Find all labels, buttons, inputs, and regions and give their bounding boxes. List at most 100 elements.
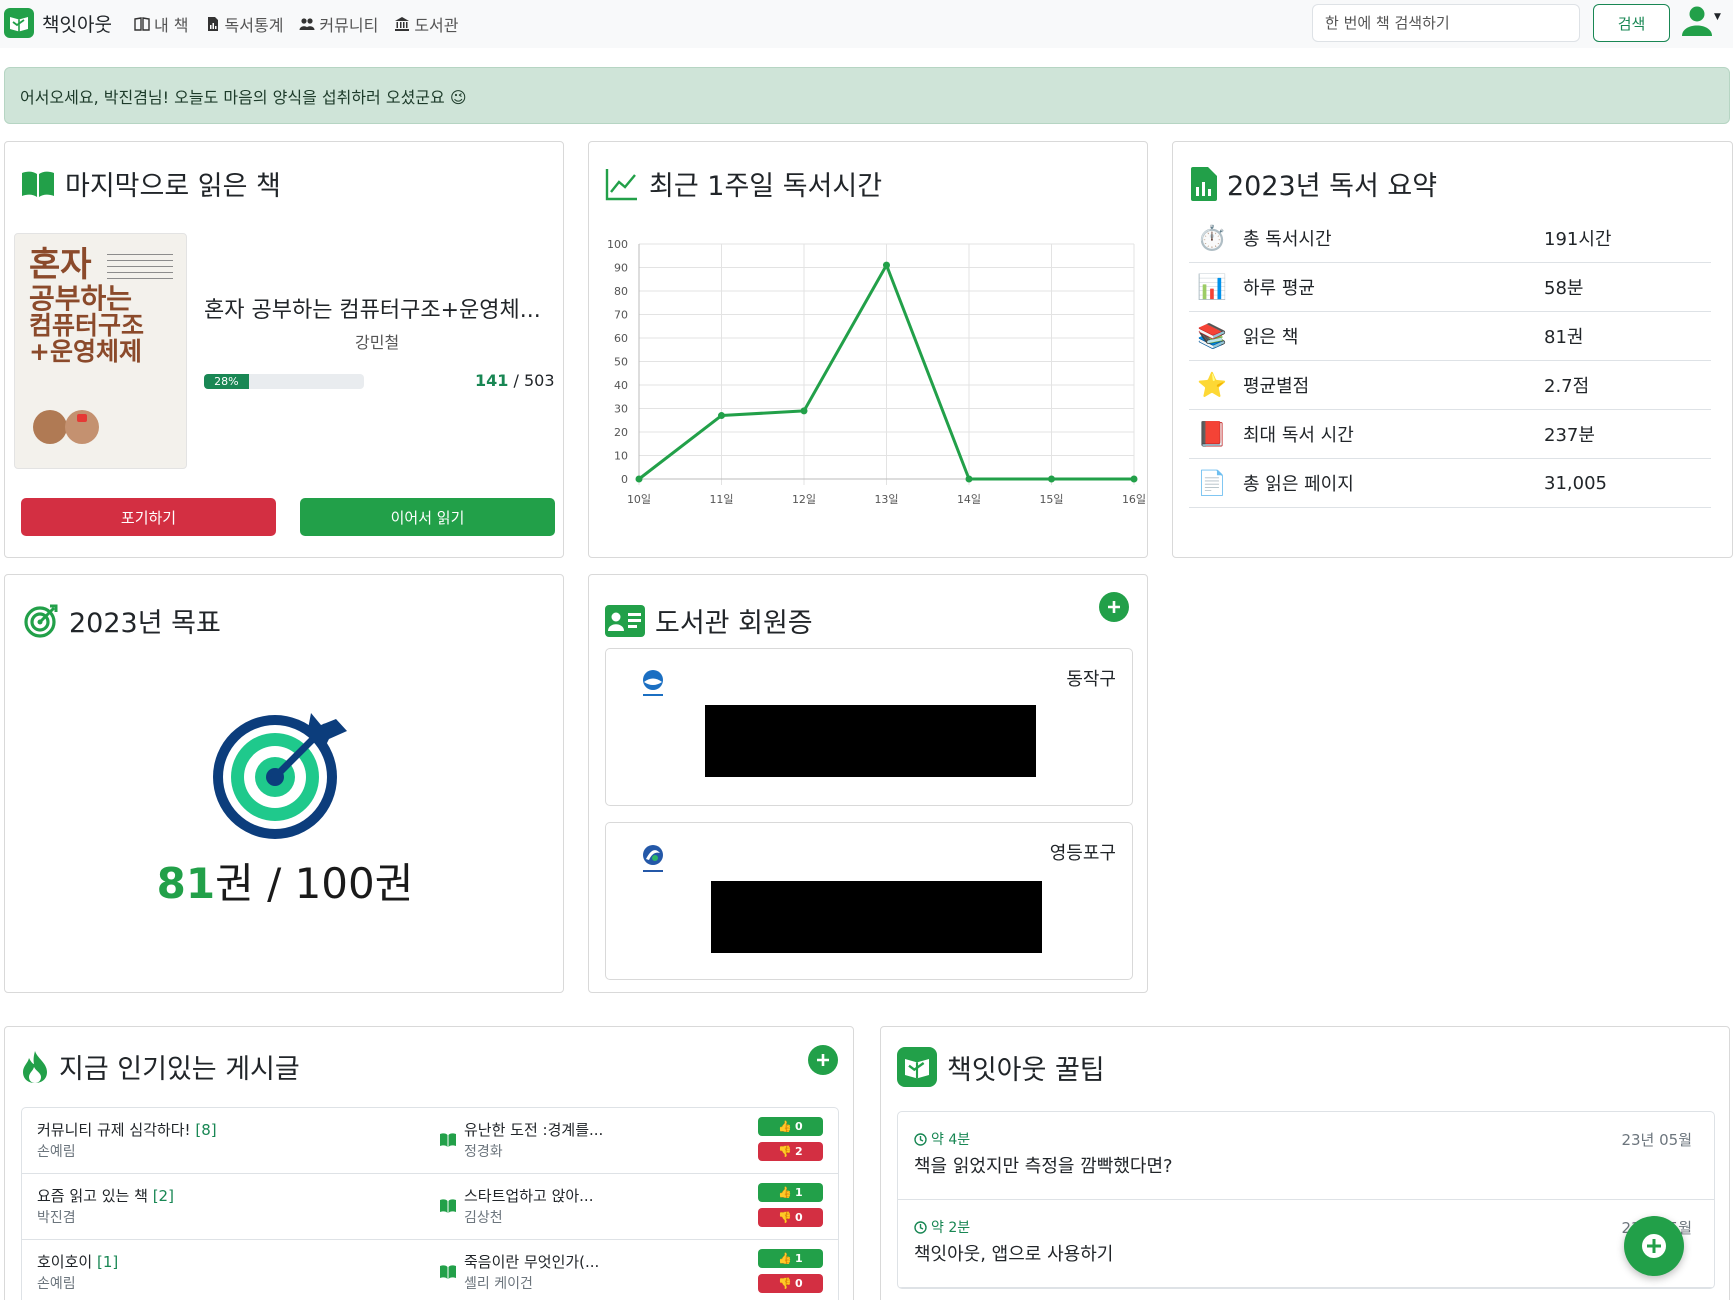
book-icon <box>440 1265 456 1279</box>
thumbs-up-icon: 👍 <box>778 1252 793 1265</box>
summary-value: 2.7점 <box>1544 376 1590 397</box>
nav-library[interactable]: 도서관 <box>394 12 458 36</box>
cover-small-text-decor <box>107 254 173 280</box>
summary-label: 총 독서시간 <box>1243 229 1332 250</box>
post-book-author: 정경화 <box>464 1144 503 1160</box>
post-author: 박진겸 <box>37 1210 76 1226</box>
summary-label: 총 읽은 페이지 <box>1243 474 1354 495</box>
give-up-button[interactable]: 포기하기 <box>21 498 276 536</box>
add-post-button[interactable] <box>808 1045 838 1075</box>
nav-library-label: 도서관 <box>414 16 459 35</box>
book-magnet-icon: 📕 <box>1197 420 1227 448</box>
nav-my-books[interactable]: 내 책 <box>134 12 189 36</box>
tip-read-time-text: 약 4분 <box>931 1132 971 1148</box>
post-title-text: 커뮤니티 규제 심각하다! <box>37 1121 191 1139</box>
weekly-reading-chart: 0 10 20 30 40 50 60 70 80 90 100 10일 11일 12일 13일 14일 15일… <box>607 238 1146 506</box>
floating-add-button[interactable] <box>1624 1216 1684 1276</box>
post-book-title[interactable]: 유난한 도전 :경계를... <box>464 1119 603 1140</box>
chart-data-point <box>800 407 808 415</box>
post-row[interactable]: 요즘 읽고 있는 책 [2] 박진겸 스타트업하고 앉아... 김상천 👍 1 👎… <box>22 1174 838 1240</box>
bar-chart-icon: 📊 <box>1197 273 1227 301</box>
current-page: 141 <box>475 371 509 390</box>
post-row[interactable]: 커뮤니티 규제 심각하다! [8] 손예림 유난한 도전 :경계를... 정경화… <box>22 1108 838 1174</box>
reading-progress-fill: 28% <box>204 374 249 389</box>
library-card-item[interactable]: 동작구 <box>605 648 1133 806</box>
comment-count: [2] <box>152 1187 174 1205</box>
summary-card: 2023년 독서 요약 ⏱️ 총 독서시간 191시간 📊 하루 평균 58분 … <box>1172 141 1733 558</box>
tip-read-time: 약 2분 <box>914 1217 970 1237</box>
nav-my-books-label: 내 책 <box>154 16 189 35</box>
user-menu[interactable]: ▼ <box>1680 4 1721 38</box>
line-chart-icon <box>605 168 637 200</box>
post-book-title[interactable]: 스타트업하고 앉아... <box>464 1185 593 1206</box>
summary-row-books-read: 📚 읽은 책 81권 <box>1189 312 1711 361</box>
comment-count: [1] <box>96 1253 119 1271</box>
welcome-alert: 어서오세요, 박진겸님! 오늘도 마음의 양식을 섭취하러 오셨군요 😉 <box>4 67 1730 124</box>
add-library-card-button[interactable] <box>1099 592 1129 622</box>
library-card-item[interactable]: 영등포구 <box>605 822 1133 980</box>
chart-x-tick-label: 13일 <box>874 492 898 506</box>
book-cover-image[interactable]: 혼자 공부하는 컴퓨터구조 +운영체제 <box>14 233 187 469</box>
chart-data-point <box>1048 475 1055 483</box>
open-book-icon <box>22 171 54 197</box>
tip-item[interactable]: 약 2분 책잇아웃, 앱으로 사용하기 23년 05월 <box>898 1200 1714 1288</box>
weekly-heading-text: 최근 1주일 독서시간 <box>649 171 883 202</box>
nav-community[interactable]: 커뮤니티 <box>299 12 378 36</box>
nav-stats[interactable]: 독서통계 <box>205 12 283 36</box>
chart-y-tick-label: 30 <box>614 403 628 416</box>
summary-row-daily-avg: 📊 하루 평균 58분 <box>1189 263 1711 312</box>
chart-y-tick-label: 70 <box>614 309 628 322</box>
stopwatch-icon: ⏱️ <box>1197 224 1227 252</box>
chart-y-tick-label: 10 <box>614 450 628 463</box>
library-heading-text: 도서관 회원증 <box>655 608 813 639</box>
post-title[interactable]: 요즘 읽고 있는 책 [2] <box>37 1185 174 1206</box>
chart-y-tick-label: 40 <box>614 379 628 392</box>
goal-target: 권 / 100권 <box>215 859 414 908</box>
book-title[interactable]: 혼자 공부하는 컴퓨터구조+운영체... <box>204 292 541 324</box>
yeongdeungpo-logo-icon <box>643 845 663 872</box>
popular-posts-list: 커뮤니티 규제 심각하다! [8] 손예림 유난한 도전 :경계를... 정경화… <box>21 1107 839 1300</box>
chart-x-tick-label: 16일 <box>1122 492 1146 506</box>
goal-current: 81 <box>156 859 216 908</box>
last-read-heading-text: 마지막으로 읽은 책 <box>65 171 281 202</box>
library-card-barcode <box>705 705 1036 777</box>
goal-heading: 2023년 목표 <box>23 601 221 640</box>
post-author: 손예림 <box>37 1276 76 1292</box>
dislike-badge: 👎 2 <box>758 1142 823 1161</box>
goal-card: 2023년 목표 81권 / 100권 <box>4 574 564 993</box>
post-author: 손예림 <box>37 1144 76 1160</box>
tip-date: 23년 05월 <box>1621 1131 1692 1149</box>
post-row[interactable]: 호이호이 [1] 손예림 죽음이란 무엇인가(... 셸리 케이건 👍 1 👎 0 <box>22 1240 838 1300</box>
total-pages: / 503 <box>513 371 555 390</box>
plus-circle-icon <box>1642 1234 1666 1258</box>
chart-data-point <box>1130 475 1138 483</box>
book-author: 강민철 <box>355 333 400 352</box>
summary-label: 읽은 책 <box>1243 327 1299 348</box>
brand-link[interactable]: 책잇아웃 <box>4 8 112 38</box>
tip-item[interactable]: 약 4분 책을 읽었지만 측정을 깜빡했다면? 23년 05월 <box>898 1112 1714 1200</box>
chart-x-tick-label: 11일 <box>709 492 733 506</box>
post-title[interactable]: 커뮤니티 규제 심각하다! [8] <box>37 1119 217 1140</box>
chevron-down-icon: ▼ <box>1714 12 1721 22</box>
file-chart-icon <box>1191 166 1217 201</box>
document-icon: 📄 <box>1197 469 1227 497</box>
post-book-title[interactable]: 죽음이란 무엇인가(... <box>464 1251 599 1272</box>
thumbs-up-icon: 👍 <box>778 1120 793 1133</box>
post-title[interactable]: 호이호이 [1] <box>37 1251 118 1272</box>
summary-row-avg-rating: ⭐ 평균별점 2.7점 <box>1189 361 1711 410</box>
tip-title: 책잇아웃, 앱으로 사용하기 <box>914 1244 1114 1265</box>
popular-posts-heading-text: 지금 인기있는 게시글 <box>59 1054 300 1085</box>
chart-data-point <box>883 261 890 269</box>
library-card-panel: 도서관 회원증 동작구 영등포구 <box>588 574 1148 993</box>
cover-line-3: 컴퓨터구조 <box>29 311 145 341</box>
chart-x-tick-label: 12일 <box>792 492 816 506</box>
continue-reading-button[interactable]: 이어서 읽기 <box>300 498 555 536</box>
thumbs-down-icon: 👎 <box>778 1277 793 1290</box>
search-input[interactable] <box>1312 4 1580 42</box>
weekly-reading-card: 최근 1주일 독서시간 0 10 20 30 40 50 60 70 80 90 100 10일 11일… <box>588 141 1148 558</box>
dislike-badge: 👎 0 <box>758 1274 823 1293</box>
search-button[interactable]: 검색 <box>1593 4 1670 42</box>
books-icon: 📚 <box>1197 322 1227 350</box>
like-badge: 👍 1 <box>758 1183 823 1202</box>
chart-y-tick-label: 80 <box>614 285 628 298</box>
